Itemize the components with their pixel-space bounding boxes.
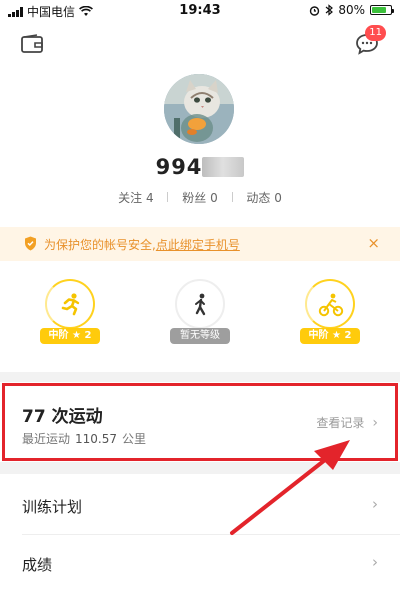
- status-right: 80%: [309, 3, 394, 17]
- battery-icon: [370, 5, 394, 15]
- stat-following[interactable]: 关注 4: [118, 191, 153, 205]
- menu-item-training-plan[interactable]: 训练计划 ›: [0, 476, 400, 535]
- stat-posts[interactable]: 动态 0: [246, 191, 281, 205]
- wallet-icon[interactable]: [20, 34, 44, 54]
- stat-followers-label: 粉丝: [182, 191, 207, 205]
- level-tag: 中阶 ★ 2: [40, 328, 100, 344]
- recent-activity: 最近运动 110.57 公里: [22, 430, 146, 447]
- avatar-image: [164, 74, 234, 144]
- menu-list: 训练计划 › 成绩 ›: [0, 474, 400, 593]
- message-badge: 11: [365, 25, 386, 41]
- battery-percent: 80%: [338, 3, 365, 17]
- level-ring: [45, 279, 95, 329]
- view-records-link[interactable]: 查看记录 ›: [316, 414, 378, 431]
- running-icon: [61, 293, 80, 316]
- chevron-right-icon: ›: [372, 495, 378, 513]
- stat-following-count: 4: [145, 191, 154, 205]
- shield-icon: [25, 236, 36, 251]
- sport-levels: 中阶 ★ 2 暂无等级 中阶 ★ 2: [0, 277, 400, 357]
- status-bar: 中国电信 19:43 80%: [0, 0, 400, 22]
- security-notice: 为保护您的帐号安全,点此绑定手机号 ×: [0, 227, 400, 261]
- level-tag: 暂无等级: [170, 328, 230, 344]
- avatar[interactable]: [164, 74, 234, 144]
- stat-following-label: 关注: [118, 191, 143, 205]
- level-cycling[interactable]: 中阶 ★ 2: [300, 277, 360, 349]
- battery-fill: [372, 7, 387, 13]
- level-running[interactable]: 中阶 ★ 2: [40, 277, 100, 349]
- stat-divider: [167, 192, 169, 202]
- stat-divider: [231, 192, 233, 202]
- walking-icon: [195, 293, 206, 316]
- activity-summary[interactable]: 77 次运动 最近运动 110.57 公里 查看记录 ›: [0, 382, 400, 462]
- profile-stats: 关注 4 粉丝 0 动态 0: [0, 189, 400, 206]
- alarm-icon: [310, 5, 320, 16]
- username-text: 994: [155, 155, 203, 179]
- menu-item-label: 成绩: [22, 556, 53, 574]
- profile-card: 11 994 关注 4 粉丝 0 动态 0 为保护您的帐号安全,点此绑定手机号 …: [0, 22, 400, 372]
- username: 994: [0, 155, 400, 179]
- menu-item-scores[interactable]: 成绩 ›: [0, 534, 400, 592]
- cycling-icon: [318, 293, 344, 317]
- bluetooth-icon: [325, 4, 334, 16]
- recent-distance: 110.57: [75, 432, 118, 446]
- stat-posts-count: 0: [274, 191, 282, 205]
- notice-text: 为保护您的帐号安全,点此绑定手机号: [44, 236, 240, 253]
- stat-followers[interactable]: 粉丝 0: [182, 191, 217, 205]
- recent-unit: 公里: [122, 432, 147, 446]
- level-ring: [305, 279, 355, 329]
- recent-label: 最近运动: [22, 432, 71, 446]
- username-mask: [202, 157, 245, 177]
- profile-page: 中国电信 19:43 80% 11 994 关注 4 粉丝 0 动态 0 为保护…: [0, 0, 400, 593]
- level-ring: [175, 279, 225, 329]
- view-records-label: 查看记录: [316, 416, 365, 430]
- level-tag: 中阶 ★ 2: [300, 328, 360, 344]
- close-icon[interactable]: ×: [367, 234, 380, 252]
- menu-item-label: 训练计划: [22, 498, 83, 516]
- notice-message: 为保护您的帐号安全,: [44, 238, 156, 252]
- level-walking[interactable]: 暂无等级: [170, 277, 230, 349]
- stat-followers-count: 0: [210, 191, 218, 205]
- chevron-right-icon: ›: [372, 553, 378, 571]
- stat-posts-label: 动态: [246, 191, 271, 205]
- bind-phone-link[interactable]: 点此绑定手机号: [156, 238, 240, 252]
- chevron-right-icon: ›: [372, 415, 378, 431]
- activity-count: 77 次运动: [22, 407, 103, 427]
